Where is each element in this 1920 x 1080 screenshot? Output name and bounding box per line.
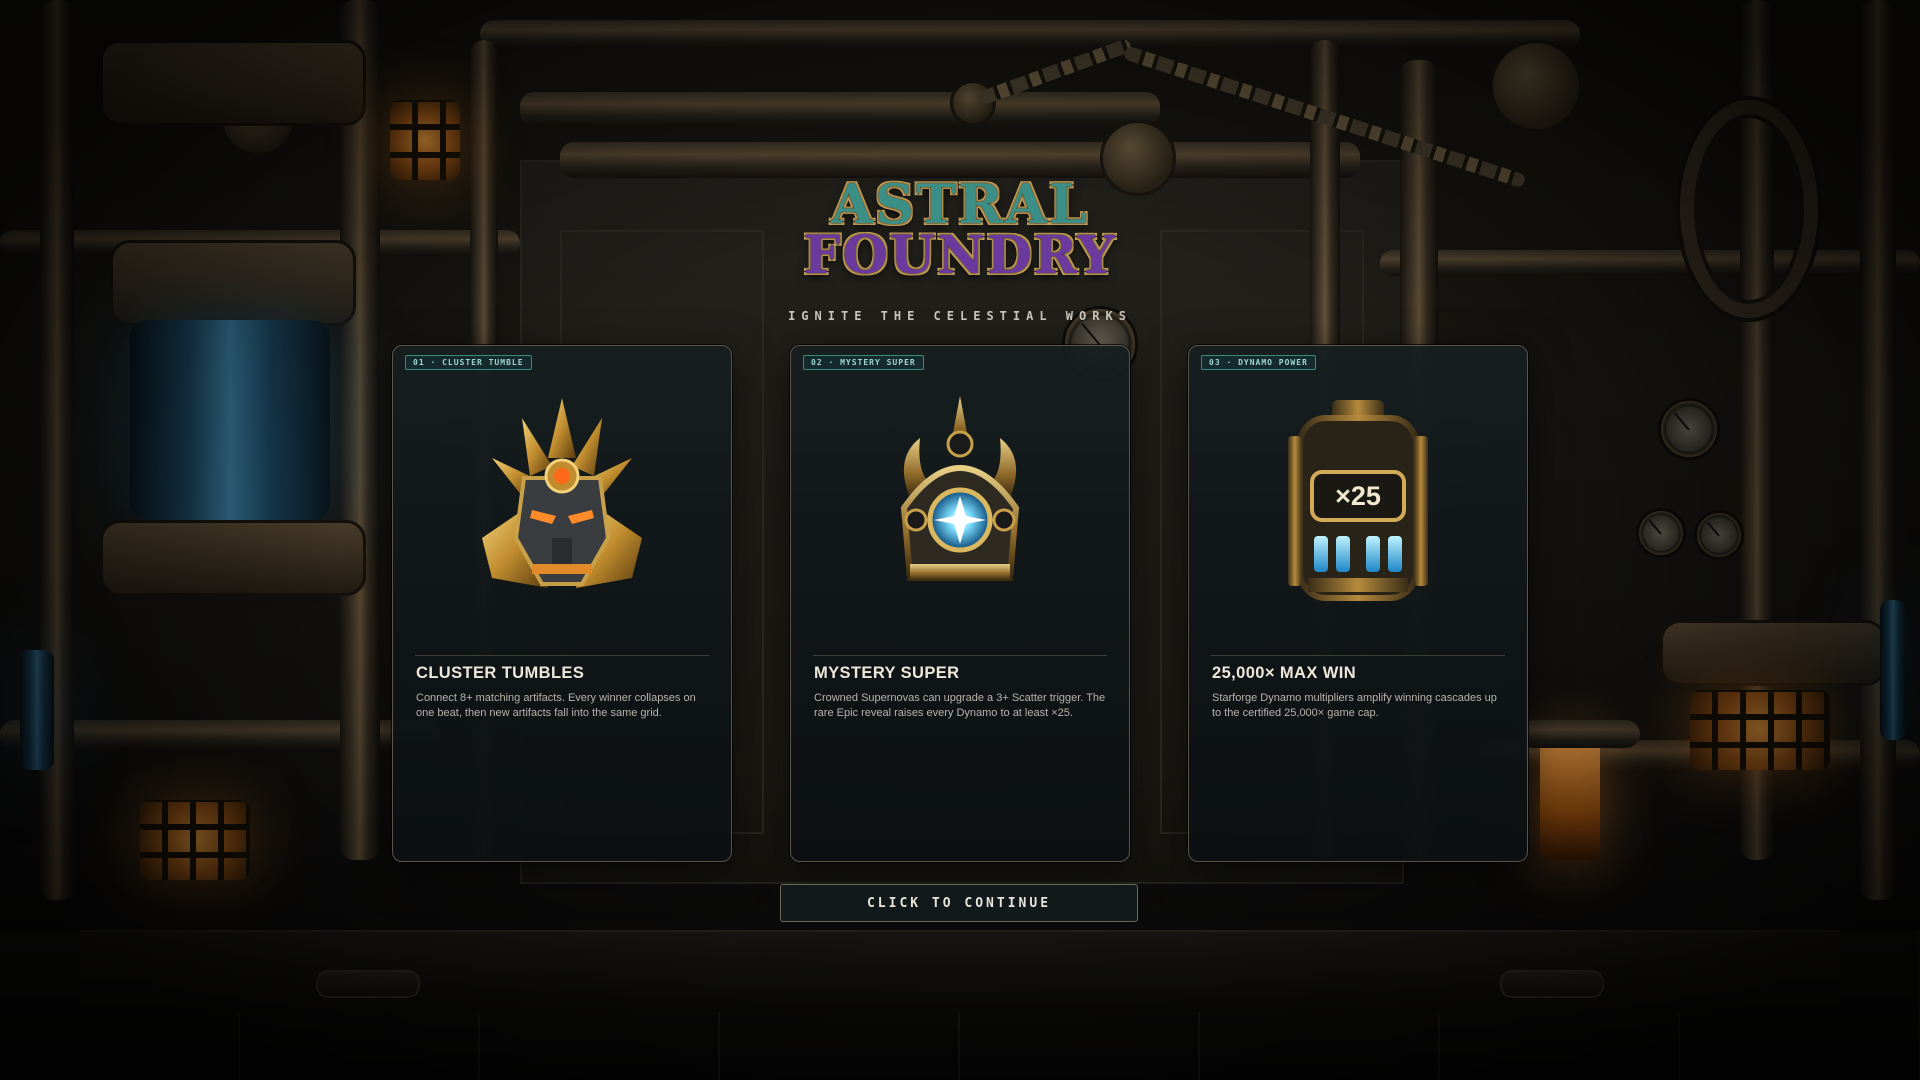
pressure-gauge [1636, 508, 1686, 558]
game-logo: ASTRAL FOUNDRY [800, 172, 1120, 288]
intro-screen[interactable]: ASTRAL FOUNDRY IGNITE THE CELESTIAL WORK… [0, 0, 1920, 1080]
feature-card-mystery-super: 02 · MYSTERY SUPER MYSTERY SUPER Crowned… [790, 345, 1130, 862]
continue-button[interactable]: CLICK TO CONTINUE [780, 884, 1138, 922]
pressure-gauge [1694, 510, 1744, 560]
card-badge: 02 · MYSTERY SUPER [803, 355, 924, 370]
amber-lamp [390, 100, 460, 180]
pipe [1860, 0, 1896, 900]
amber-lamp [140, 800, 250, 880]
blue-energy-tube [20, 650, 54, 770]
pipe-flange [1490, 40, 1582, 132]
pressure-gauge [1658, 398, 1720, 460]
tank-cap [110, 240, 356, 326]
pipe [520, 92, 1160, 126]
pipe [340, 0, 380, 860]
card-title: 25,000× MAX WIN [1212, 664, 1357, 682]
logo-title-line-1: ASTRAL [831, 172, 1089, 236]
amber-lamp [1690, 690, 1830, 770]
multiplier-label: ×25 [1335, 480, 1381, 511]
tagline: IGNITE THE CELESTIAL WORKS [788, 309, 1132, 323]
tank-cap [100, 520, 366, 596]
valve-wheel [1680, 100, 1818, 318]
blue-energy-tank [130, 320, 330, 520]
blue-energy-tube [1880, 600, 1906, 740]
tank-cap [100, 40, 366, 126]
tank-cap [1660, 620, 1886, 686]
feature-card-cluster-tumble: 01 · CLUSTER TUMBLE CLUSTER TUMBLES Conn… [392, 345, 732, 862]
card-badge: 03 · DYNAMO POWER [1201, 355, 1316, 370]
logo-title-line-2: FOUNDRY [803, 225, 1117, 286]
feature-card-dynamo-power: 03 · DYNAMO POWER ×25 25,000× MAX WIN St… [1188, 345, 1528, 862]
dynamo-multiplier-icon: ×25 [1248, 388, 1468, 608]
pipe [1380, 250, 1920, 276]
pipe [1520, 720, 1640, 748]
card-description: Starforge Dynamo multipliers amplify win… [1212, 692, 1497, 719]
floor-vent [1500, 970, 1604, 998]
golden-mask-icon [452, 388, 672, 608]
card-description: Crowned Supernovas can upgrade a 3+ Scat… [814, 692, 1106, 719]
card-divider [415, 655, 709, 656]
card-badge: 01 · CLUSTER TUMBLE [405, 355, 532, 370]
card-description: Connect 8+ matching artifacts. Every win… [416, 692, 696, 719]
pipe [480, 20, 1580, 48]
celestial-crown-icon [850, 388, 1070, 608]
card-divider [813, 655, 1107, 656]
card-title: MYSTERY SUPER [814, 664, 960, 682]
card-title: CLUSTER TUMBLES [416, 664, 585, 682]
floor-vent [316, 970, 420, 998]
card-divider [1211, 655, 1505, 656]
molten-metal-stream [1540, 740, 1600, 860]
